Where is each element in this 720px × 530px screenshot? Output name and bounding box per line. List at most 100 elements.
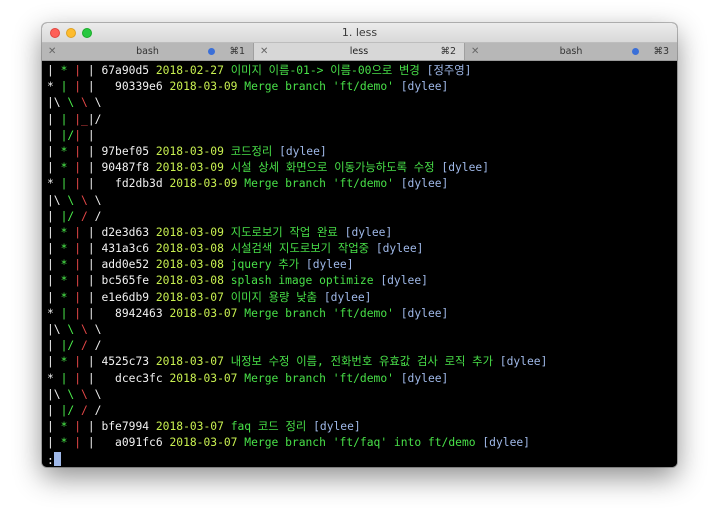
tab-bash-3[interactable]: ✕ bash ⌘3 — [465, 43, 677, 60]
commit-hash: 4525c73 — [101, 355, 150, 369]
graph-segment: * — [60, 225, 75, 239]
commit-author: [dylee] — [400, 306, 449, 320]
graph-segment: \ — [94, 193, 102, 207]
commit-message: Merge branch 'ft/demo' — [244, 306, 394, 320]
graph-segment: * — [60, 242, 75, 256]
graph-segment: | — [87, 80, 102, 94]
graph-segment: / — [94, 339, 102, 353]
graph-segment: | — [47, 112, 61, 126]
commit-author: [dylee] — [400, 80, 449, 94]
graph-segment: | — [87, 436, 102, 450]
log-line: | * | | a091fc6 2018-03-07 Merge branch … — [47, 435, 677, 451]
activity-dot-icon — [208, 48, 215, 55]
commit-hash: 431a3c6 — [101, 242, 150, 256]
graph-segment: |/ — [60, 339, 75, 353]
commit-author: [dylee] — [375, 242, 424, 256]
graph-segment: | — [47, 128, 61, 142]
commit-message: faq 코드 정리 — [230, 420, 307, 434]
graph-segment: | — [74, 306, 88, 320]
commit-date: 2018-03-07 — [155, 290, 224, 304]
commit-hash: 97bef05 — [101, 144, 150, 158]
graph-segment: | — [47, 436, 61, 450]
graph-segment: |\ — [47, 193, 68, 207]
log-line: | |/ / / — [47, 403, 677, 419]
commit-message: 내정보 수정 이름, 전화번호 유효값 검사 로직 추가 — [230, 355, 493, 369]
graph-segment: | — [87, 258, 102, 272]
graph-segment: | — [60, 112, 75, 126]
graph-segment: * — [60, 420, 75, 434]
graph-segment: | — [74, 290, 88, 304]
commit-hash: 67a90d5 — [101, 64, 150, 77]
log-line: | |/ / / — [47, 338, 677, 354]
commit-date: 2018-03-09 — [169, 80, 238, 94]
window-title: 1. less — [341, 26, 378, 39]
graph-segment: | — [47, 403, 61, 417]
commit-author: [dylee] — [344, 225, 393, 239]
graph-segment: * — [60, 436, 75, 450]
log-line: | * | | 90487f8 2018-03-09 시설 상세 화면으로 이동… — [47, 160, 677, 176]
commit-date: 2018-03-09 — [169, 177, 238, 191]
graph-segment: | — [87, 161, 102, 175]
commit-author: [dylee] — [400, 371, 449, 385]
commit-date: 2018-03-08 — [155, 258, 224, 272]
graph-segment: | — [87, 144, 102, 158]
commit-date: 2018-03-07 — [169, 306, 238, 320]
graph-segment: | — [47, 209, 61, 223]
commit-date: 2018-03-07 — [155, 420, 224, 434]
commit-author: [정주영] — [426, 64, 472, 77]
commit-author: [dylee] — [499, 355, 548, 369]
commit-date: 2018-02-27 — [155, 64, 224, 77]
commit-hash: dcec3fc — [101, 371, 163, 385]
tab-label: bash — [559, 46, 583, 57]
graph-segment: * — [60, 274, 75, 288]
commit-hash: d2e3d63 — [101, 225, 150, 239]
commit-message: Merge branch 'ft/demo' — [244, 177, 394, 191]
graph-segment: * — [47, 80, 61, 94]
graph-segment: |\ — [47, 96, 68, 110]
graph-segment: | — [47, 225, 61, 239]
graph-segment: \ — [81, 96, 95, 110]
commit-hash: 8942463 — [101, 306, 163, 320]
log-line: | | |_|/ — [47, 112, 677, 128]
graph-segment: | — [74, 161, 88, 175]
log-line: | * | | 431a3c6 2018-03-08 시설검색 지도로보기 작업… — [47, 241, 677, 257]
log-line: * | | | fd2db3d 2018-03-09 Merge branch … — [47, 176, 677, 192]
terminal-output[interactable]: | * | | 67a90d5 2018-02-27 이미지 이름-01-> 이… — [42, 61, 677, 467]
commit-hash: fd2db3d — [101, 177, 163, 191]
graph-segment: * — [47, 306, 61, 320]
commit-date: 2018-03-09 — [155, 225, 224, 239]
tab-less[interactable]: ✕ less ⌘2 — [254, 43, 465, 60]
graph-segment: \ — [81, 193, 95, 207]
log-line: |\ \ \ \ — [47, 95, 677, 111]
graph-segment: \ — [94, 323, 102, 336]
graph-segment: | — [74, 258, 88, 272]
graph-segment: \ — [67, 96, 82, 110]
graph-segment: |_ — [74, 112, 88, 126]
graph-segment: \ — [67, 387, 82, 401]
commit-date: 2018-03-09 — [155, 144, 224, 158]
commit-date: 2018-03-07 — [155, 355, 224, 369]
log-line: | * | | d2e3d63 2018-03-09 지도로보기 작업 완료 [… — [47, 225, 677, 241]
graph-segment: | — [47, 339, 61, 353]
log-line: | * | | add0e52 2018-03-08 jquery 추가 [dy… — [47, 257, 677, 273]
less-prompt: : — [47, 453, 54, 467]
tab-bash-1[interactable]: ✕ bash ⌘1 — [42, 43, 254, 60]
less-prompt-line[interactable]: : — [47, 451, 677, 468]
tab-shortcut: ⌘1 — [229, 46, 245, 57]
graph-segment: * — [60, 64, 75, 77]
tab-shortcut: ⌘3 — [653, 46, 669, 57]
graph-segment: | — [87, 64, 102, 77]
commit-message: Merge branch 'ft/faq' into ft/demo — [244, 436, 476, 450]
commit-message: jquery 추가 — [230, 258, 300, 272]
commit-author: [dylee] — [323, 290, 372, 304]
graph-segment: * — [60, 258, 75, 272]
graph-segment: | — [47, 355, 61, 369]
commit-date: 2018-03-07 — [169, 371, 238, 385]
graph-segment: | — [87, 306, 102, 320]
graph-segment: | — [47, 420, 61, 434]
log-line: | * | | e1e6db9 2018-03-07 이미지 용량 낮춤 [dy… — [47, 290, 677, 306]
graph-segment: | — [87, 128, 95, 142]
graph-segment: |\ — [47, 387, 68, 401]
log-line: * | | | 8942463 2018-03-07 Merge branch … — [47, 306, 677, 322]
graph-segment: | — [87, 242, 102, 256]
